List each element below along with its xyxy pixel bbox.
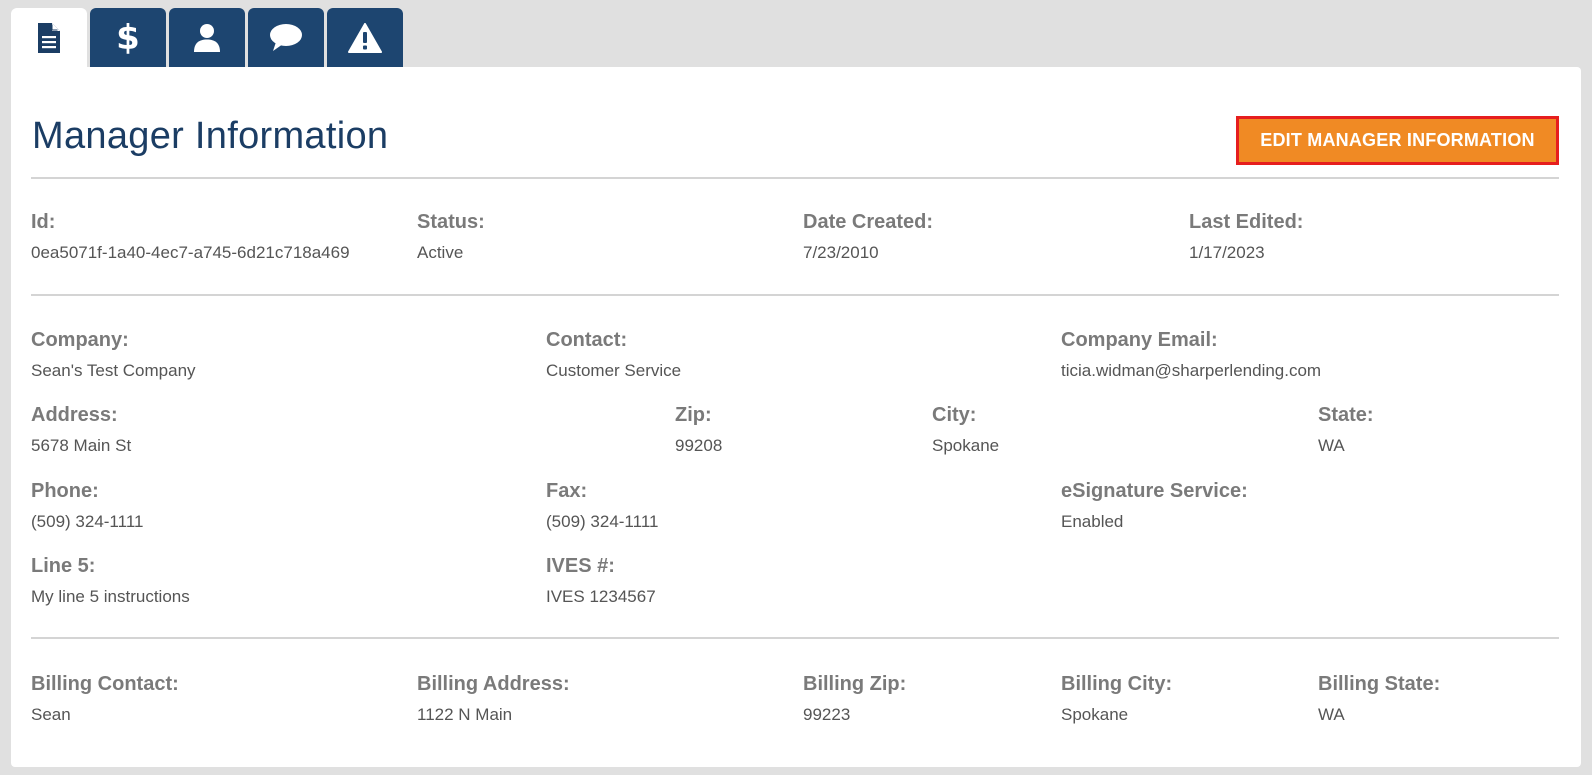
field-line-5: Line 5: My line 5 instructions [31,555,190,607]
user-icon [194,24,220,52]
field-value: 1/17/2023 [1189,243,1265,262]
field-label: Status: [417,211,485,233]
edit-manager-information-button[interactable]: EDIT MANAGER INFORMATION [1236,116,1559,165]
field-billing-address: Billing Address: 1122 N Main [417,673,570,725]
document-icon [38,23,60,53]
field-billing-city: Billing City: Spokane [1061,673,1172,725]
field-label: IVES #: [546,555,615,577]
field-date-created: Date Created: 7/23/2010 [803,211,933,263]
field-value: WA [1318,705,1345,724]
divider [31,177,1559,179]
field-label: Zip: [675,404,712,426]
divider [31,637,1559,639]
field-value: Sean's Test Company [31,361,196,380]
field-label: Billing City: [1061,673,1173,695]
field-id: Id: 0ea5071f-1a40-4ec7-a745-6d21c718a469 [31,211,350,263]
field-label: Phone: [31,480,99,502]
field-value: 7/23/2010 [803,243,879,262]
manager-info-panel: Manager Information EDIT MANAGER INFORMA… [11,67,1581,767]
page-title: Manager Information [32,115,389,157]
field-value: WA [1318,436,1345,455]
field-label: Id: [31,211,56,233]
field-value: Spokane [1061,705,1129,724]
tab-user[interactable] [169,8,245,68]
field-billing-contact: Billing Contact: Sean [31,673,179,725]
field-value: 5678 Main St [31,436,132,455]
divider [31,294,1559,296]
field-ives: IVES #: IVES 1234567 [546,555,656,607]
field-label: City: [932,404,977,426]
field-company: Company: Sean's Test Company [31,329,196,381]
field-label: Address: [31,404,118,426]
field-label: Line 5: [31,555,96,577]
field-value: IVES 1234567 [546,587,656,606]
field-label: State: [1318,404,1374,426]
field-value: My line 5 instructions [31,587,190,606]
field-value: Customer Service [546,361,682,380]
field-label: Fax: [546,480,588,502]
field-value: 99208 [675,436,723,455]
field-value: Enabled [1061,512,1124,531]
dollar-icon: $ [116,18,140,58]
field-value: 0ea5071f-1a40-4ec7-a745-6d21c718a469 [31,243,350,262]
tab-bar: $ [11,8,403,68]
field-label: Contact: [546,329,628,351]
field-value: Active [417,243,464,262]
field-value: 1122 N Main [417,705,513,724]
field-value: (509) 324-1111 [31,512,144,531]
tab-comments[interactable] [248,8,324,68]
field-label: Company: [31,329,129,351]
warning-icon [348,23,382,53]
field-fax: Fax: (509) 324-1111 [546,480,658,532]
field-label: Last Edited: [1189,211,1304,233]
tab-billing[interactable]: $ [90,8,166,68]
field-label: Billing Contact: [31,673,179,695]
field-label: Billing Zip: [803,673,907,695]
field-value: ticia.widman@sharperlending.com [1061,361,1322,380]
field-value: (509) 324-1111 [546,512,659,531]
tab-alerts[interactable] [327,8,403,68]
field-billing-zip: Billing Zip: 99223 [803,673,906,725]
field-esignature-service: eSignature Service: Enabled [1061,480,1248,532]
field-contact: Contact: Customer Service [546,329,681,381]
field-label: Billing Address: [417,673,570,695]
field-zip: Zip: 99208 [675,404,722,456]
field-status: Status: Active [417,211,485,263]
field-billing-state: Billing State: WA [1318,673,1440,725]
field-address: Address: 5678 Main St [31,404,131,456]
field-company-email: Company Email: ticia.widman@sharperlendi… [1061,329,1321,381]
field-value: Spokane [932,436,1000,455]
field-label: Company Email: [1061,329,1218,351]
field-label: Billing State: [1318,673,1441,695]
field-last-edited: Last Edited: 1/17/2023 [1189,211,1303,263]
field-city: City: Spokane [932,404,999,456]
tab-document[interactable] [11,8,87,68]
field-value: 99223 [803,705,851,724]
chat-bubble-icon [270,24,302,51]
field-label: Date Created: [803,211,934,233]
field-value: Sean [31,705,71,724]
field-phone: Phone: (509) 324-1111 [31,480,143,532]
field-state: State: WA [1318,404,1374,456]
field-label: eSignature Service: [1061,480,1248,502]
